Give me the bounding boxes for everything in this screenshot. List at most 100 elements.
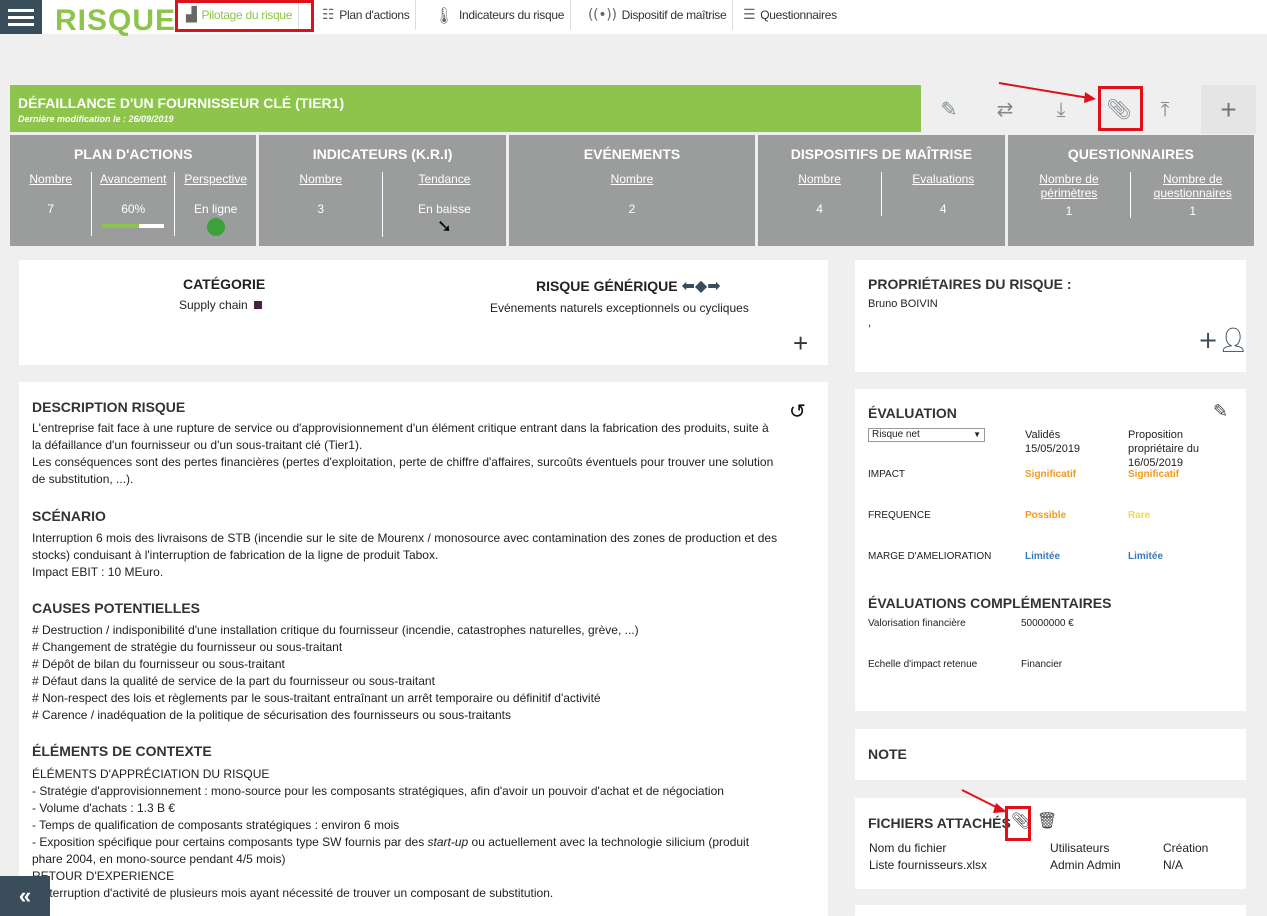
text-line: la défaillance d'un fournisseur ou d'un … xyxy=(32,438,363,452)
causes-title: CAUSES POTENTIELLES xyxy=(32,600,201,616)
nav-label: Questionnaires xyxy=(760,8,837,22)
nav-questionnaires[interactable]: ☰ Questionnaires xyxy=(737,0,843,30)
text-line: Interruption 6 mois des livraisons de ST… xyxy=(32,531,778,545)
kri-count-link[interactable]: Nombre xyxy=(259,172,382,202)
description-text: L'entreprise fait face à une rupture de … xyxy=(32,420,815,488)
risk-type-select[interactable]: Risque net ▼ xyxy=(868,428,985,442)
category-title: CATÉGORIE xyxy=(183,276,266,292)
controls-count-link[interactable]: Nombre xyxy=(758,172,881,202)
plan-perspective: En ligne xyxy=(193,202,238,216)
scenario-text: Interruption 6 mois des livraisons de ST… xyxy=(32,530,815,581)
eval-proposal-value: Significatif xyxy=(1128,469,1180,480)
plan-count-link[interactable]: Nombre xyxy=(10,172,91,202)
text-line: # Non-respect des lois et règlements par… xyxy=(32,691,601,705)
text-line: - Exposition spécifique pour certains co… xyxy=(32,834,815,851)
category-color-swatch xyxy=(254,301,263,309)
app-title: RISQUE xyxy=(55,4,177,37)
add-category-button[interactable]: + xyxy=(793,328,808,359)
menu-icon[interactable] xyxy=(0,0,42,34)
trash-icon[interactable]: 🗑︎ xyxy=(1037,811,1057,830)
kri-trend-link[interactable]: Tendance xyxy=(383,172,506,202)
perimeters-link-2[interactable]: périmètres xyxy=(1008,186,1131,200)
questionnaires-link-2[interactable]: questionnaires xyxy=(1131,186,1254,200)
perimeters-link[interactable]: Nombre de xyxy=(1008,172,1131,186)
proposal-label: propriétaire du xyxy=(1128,443,1199,455)
perimeters-count: 1 xyxy=(1065,204,1073,218)
text-line: Les conséquences sont des pertes financi… xyxy=(32,455,774,469)
category-card: CATÉGORIE Supply chain RISQUE GÉNÉRIQUE … xyxy=(19,260,828,365)
text-line: ÉLÉMENTS D'APPRÉCIATION DU RISQUE xyxy=(32,767,270,781)
generic-risk-title: RISQUE GÉNÉRIQUE xyxy=(536,278,678,294)
nav-indicateurs[interactable]: 🌡︎ Indicateurs du risque xyxy=(428,0,572,30)
eval-proposal-value: Limitée xyxy=(1128,551,1164,562)
add-button[interactable]: + xyxy=(1201,85,1256,134)
nav-label: Indicateurs du risque xyxy=(459,8,565,22)
questionnaires-link[interactable]: Nombre de xyxy=(1131,172,1254,186)
controls-count: 4 xyxy=(816,202,823,216)
summary-plan: PLAN D'ACTIONS Nombre 7 Avancement 60% Per… xyxy=(10,135,257,246)
proposal-label: Proposition xyxy=(1128,429,1184,441)
text-line: # Défaut dans la qualité de service de l… xyxy=(32,674,435,688)
text-line: L'entreprise fait face à une rupture de … xyxy=(32,421,769,435)
collapse-sidebar-button[interactable]: « xyxy=(0,876,50,916)
owners-card: PROPRIÉTAIRES DU RISQUE : Bruno BOIVIN ,… xyxy=(855,260,1249,372)
eval-validated-value: Limitée xyxy=(1025,551,1061,562)
summary-questionnaires: QUESTIONNAIRES Nombre de périmètres 1 No… xyxy=(1007,135,1255,246)
extra-card xyxy=(855,905,1246,916)
text-span-italic: start-up xyxy=(427,835,469,849)
select-value: Risque net xyxy=(872,429,920,440)
text-span: ou actuellement avec la technologie sili… xyxy=(468,835,750,849)
plan-count: 7 xyxy=(47,202,55,216)
edit-icon[interactable]: ✎ xyxy=(1213,401,1228,422)
plan-progress-link[interactable]: Avancement xyxy=(92,172,173,202)
hierarchy-icon: ⬅◆➡ xyxy=(681,276,721,295)
file-users: Admin Admin xyxy=(1050,858,1121,872)
category-value: Supply chain xyxy=(179,298,248,312)
summary-strip: PLAN D'ACTIONS Nombre 7 Avancement 60% Per… xyxy=(10,135,1255,246)
summary-title: EVÉNEMENTS xyxy=(583,146,681,162)
description-card: DESCRIPTION RISQUE ↺ L'entreprise fait f… xyxy=(19,382,828,916)
plan-perspective-link[interactable]: Perspective xyxy=(175,172,256,202)
nav-dispositif[interactable]: ((•)) Dispositif de maîtrise xyxy=(582,0,734,30)
plan-progress: 60% xyxy=(121,202,146,216)
nav-label: Dispositif de maîtrise xyxy=(621,8,727,22)
generic-risk-header: RISQUE GÉNÉRIQUE ⬅◆➡ xyxy=(536,276,721,295)
add-user-icon[interactable]: +👤︎ xyxy=(1198,326,1249,354)
text-line: stocks) conduisant à l'interruption de f… xyxy=(32,548,439,562)
annotation-arrow xyxy=(961,789,1007,813)
highlight-box xyxy=(175,0,314,32)
highlight-box xyxy=(1098,86,1143,131)
edit-icon[interactable]: ✎ xyxy=(929,85,969,132)
summary-title: DISPOSITIFS DE MAÎTRISE xyxy=(790,146,973,162)
upload-icon[interactable]: ⤒ xyxy=(1145,85,1185,132)
text-span: - Exposition spécifique pour certains co… xyxy=(32,835,428,849)
file-name-link[interactable]: Liste fournisseurs.xlsx xyxy=(869,858,987,872)
col-header-name: Nom du fichier xyxy=(869,841,947,855)
eval-row-label: MARGE D'AMELIORATION xyxy=(868,551,992,562)
eval-row-label: IMPACT xyxy=(868,469,906,480)
validated-label: Validés xyxy=(1025,429,1061,441)
annotation-arrow xyxy=(998,82,1096,103)
file-created: N/A xyxy=(1163,858,1184,872)
summary-title: QUESTIONNAIRES xyxy=(1067,146,1194,162)
risk-title: DÉFAILLANCE D'UN FOURNISSEUR CLÉ (TIER1) xyxy=(18,95,345,111)
eval-validated-value: Possible xyxy=(1025,510,1067,521)
nav-plan-actions[interactable]: ☷ Plan d'actions xyxy=(316,0,417,30)
compl-value: 50000000 € xyxy=(1021,618,1074,629)
text-line: - Interruption d'activité de plusieurs m… xyxy=(32,886,554,900)
summary-title: PLAN D'ACTIONS xyxy=(73,146,193,162)
text-line: de substitution, ...). xyxy=(32,472,134,486)
nav-label: Plan d'actions xyxy=(339,8,410,22)
controls-evaluations-link[interactable]: Evaluations xyxy=(882,172,1005,202)
proposal-date: 16/05/2019 xyxy=(1128,457,1184,469)
events-count-link[interactable]: Nombre xyxy=(509,172,755,202)
col-header-created: Création xyxy=(1163,841,1209,855)
context-text: ÉLÉMENTS D'APPRÉCIATION DU RISQUE - Stra… xyxy=(32,766,815,902)
controls-evaluations: 4 xyxy=(939,202,947,216)
context-title: ÉLÉMENTS DE CONTEXTE xyxy=(32,743,212,759)
scenario-title: SCÉNARIO xyxy=(32,508,106,524)
col-header-users: Utilisateurs xyxy=(1050,841,1110,855)
top-bar: RISQUE ▟ Pilotage du risque ☷ Plan d'act… xyxy=(0,0,1267,37)
summary-indicateurs: INDICATEURS (K.R.I) Nombre 3 Tendance En b… xyxy=(259,135,506,246)
summary-dispositifs: DISPOSITIFS DE MAÎTRISE Nombre 4 Evaluati… xyxy=(758,135,1005,246)
